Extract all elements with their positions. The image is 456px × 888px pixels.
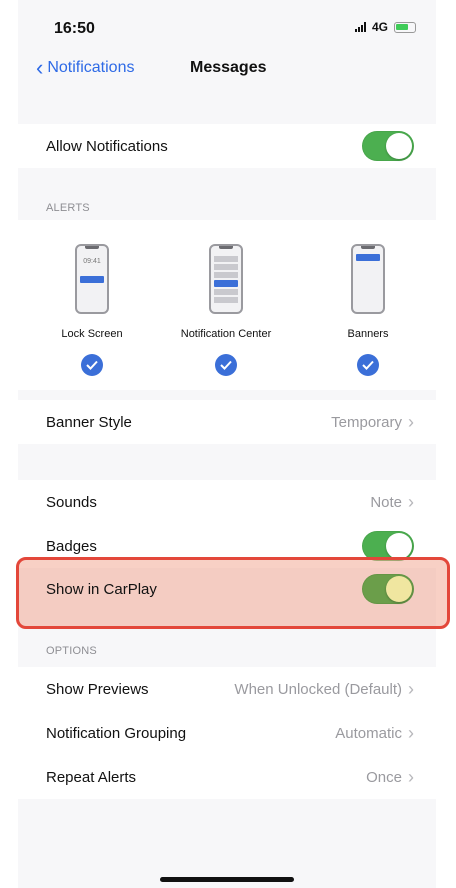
alert-option-label: Lock Screen xyxy=(61,328,123,340)
chevron-right-icon: › xyxy=(408,766,414,787)
show-previews-label: Show Previews xyxy=(46,680,149,698)
network-type: 4G xyxy=(371,20,388,34)
alerts-options: 09:41 Lock Screen Notification Center Ba… xyxy=(18,220,436,390)
allow-notifications-row: Allow Notifications xyxy=(18,124,436,168)
banner-style-label: Banner Style xyxy=(46,413,132,431)
allow-notifications-label: Allow Notifications xyxy=(46,137,168,155)
chevron-right-icon: › xyxy=(408,678,414,699)
alert-option-notification-center[interactable]: Notification Center xyxy=(166,244,286,376)
alert-option-label: Banners xyxy=(347,328,389,340)
back-label: Notifications xyxy=(47,59,135,76)
show-previews-value: When Unlocked (Default) xyxy=(234,680,402,698)
banner-style-row[interactable]: Banner Style Temporary › xyxy=(18,400,436,444)
banner-style-value: Temporary xyxy=(331,413,402,431)
repeat-alerts-row[interactable]: Repeat Alerts Once › xyxy=(18,755,436,799)
show-in-carplay-toggle[interactable] xyxy=(362,574,414,604)
home-indicator[interactable] xyxy=(160,877,294,882)
signal-icon xyxy=(354,22,366,32)
repeat-alerts-value: Once xyxy=(366,768,402,786)
sounds-value: Note xyxy=(370,493,402,511)
badges-label: Badges xyxy=(46,537,97,555)
settings-screen: 16:50 4G ‹ Notifications Messages Allow … xyxy=(16,0,450,888)
repeat-alerts-label: Repeat Alerts xyxy=(46,768,137,786)
notification-grouping-row[interactable]: Notification Grouping Automatic › xyxy=(18,711,436,755)
alert-option-lock-screen[interactable]: 09:41 Lock Screen xyxy=(32,244,152,376)
notification-grouping-label: Notification Grouping xyxy=(46,724,187,742)
sounds-row[interactable]: Sounds Note › xyxy=(18,480,436,524)
status-time: 16:50 xyxy=(54,20,95,37)
alert-option-banners[interactable]: Banners xyxy=(308,244,428,376)
show-previews-row[interactable]: Show Previews When Unlocked (Default) › xyxy=(18,667,436,711)
navigation-bar: ‹ Notifications Messages xyxy=(18,50,436,90)
chevron-right-icon: › xyxy=(408,491,414,512)
notification-grouping-value: Automatic xyxy=(335,724,402,742)
battery-icon xyxy=(394,21,416,33)
chevron-right-icon: › xyxy=(408,411,414,432)
status-indicators: 4G xyxy=(354,20,416,34)
lock-screen-phone-icon: 09:41 xyxy=(75,244,109,314)
page-title: Messages xyxy=(190,59,267,76)
show-in-carplay-label: Show in CarPlay xyxy=(46,580,157,598)
banners-phone-icon xyxy=(351,244,385,314)
options-section-header: OPTIONS xyxy=(46,645,97,657)
checkmark-icon xyxy=(357,354,379,376)
alerts-section-header: ALERTS xyxy=(46,202,90,214)
chevron-right-icon: › xyxy=(408,722,414,743)
sounds-label: Sounds xyxy=(46,493,97,511)
status-bar: 16:50 4G xyxy=(18,0,436,50)
notification-center-phone-icon xyxy=(209,244,243,314)
checkmark-icon xyxy=(81,354,103,376)
back-button[interactable]: ‹ Notifications xyxy=(36,55,135,80)
alert-option-label: Notification Center xyxy=(180,328,272,340)
show-in-carplay-row: Show in CarPlay xyxy=(18,567,436,611)
checkmark-icon xyxy=(215,354,237,376)
allow-notifications-toggle[interactable] xyxy=(362,131,414,161)
chevron-left-icon: ‹ xyxy=(36,55,44,80)
